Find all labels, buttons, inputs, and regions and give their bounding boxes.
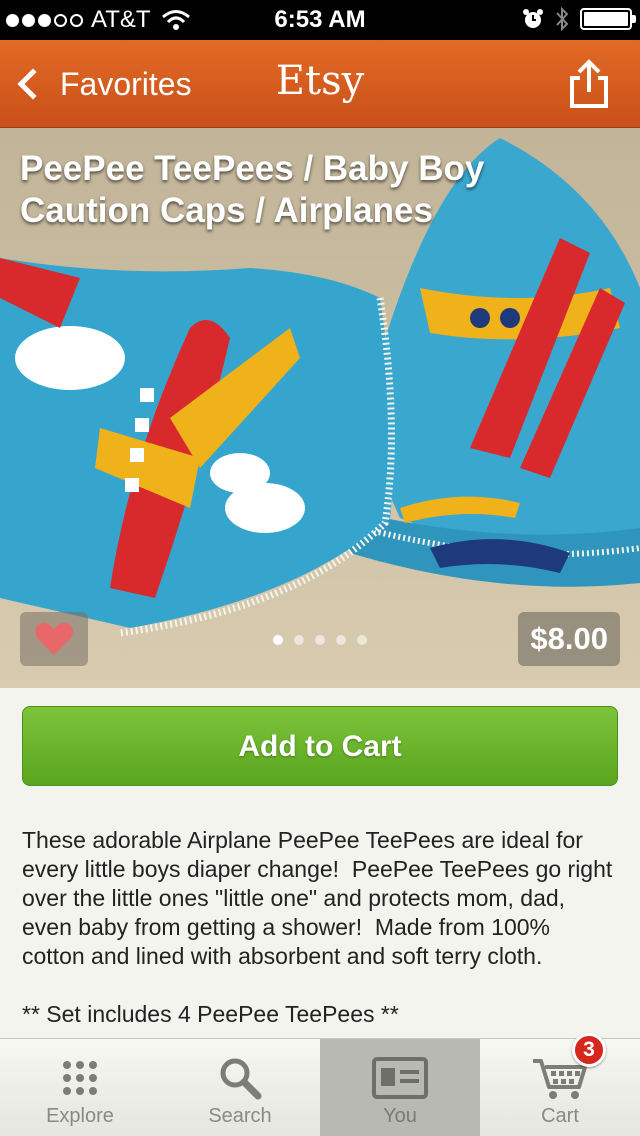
tab-bar: Explore Search You Cart 3 — [0, 1033, 640, 1136]
tab-label: Cart — [541, 1105, 579, 1127]
alarm-icon — [523, 9, 543, 28]
share-icon[interactable] — [566, 58, 612, 110]
add-to-cart-button[interactable]: Add to Cart — [22, 706, 618, 786]
pager-dot[interactable] — [357, 635, 367, 645]
tab-explore[interactable]: Explore — [0, 1039, 160, 1136]
tab-you[interactable]: You — [320, 1039, 480, 1136]
tab-label: Explore — [46, 1105, 114, 1127]
nav-title: Etsy — [275, 58, 365, 104]
tab-label: Search — [208, 1105, 272, 1127]
description-paragraph: These adorable Airplane PeePee TeePees a… — [22, 827, 619, 969]
battery-icon — [580, 8, 636, 30]
nav-bar: Favorites Etsy — [0, 40, 640, 128]
listing-image[interactable]: PeePee TeePees / Baby Boy Caution Caps /… — [0, 128, 640, 688]
tab-search[interactable]: Search — [160, 1039, 320, 1136]
description-paragraph: ** Set includes 4 PeePee TeePees ** — [22, 1001, 399, 1027]
tab-label: You — [383, 1105, 417, 1127]
listing-price: $8.00 — [518, 612, 620, 666]
search-icon — [220, 1058, 262, 1100]
pager-dot[interactable] — [315, 635, 325, 645]
screen: AT&T 6:53 AM Favorites Etsy PeePee TeePe… — [0, 0, 640, 1136]
pager-dot[interactable] — [336, 635, 346, 645]
tab-cart[interactable]: Cart 3 — [480, 1033, 640, 1136]
pager-dot[interactable] — [273, 635, 283, 645]
profile-card-icon — [372, 1057, 428, 1099]
status-bar: AT&T 6:53 AM — [0, 0, 640, 40]
bluetooth-icon — [556, 6, 569, 32]
pager-dot[interactable] — [294, 635, 304, 645]
grid-icon — [63, 1061, 97, 1095]
listing-description: These adorable Airplane PeePee TeePees a… — [22, 826, 618, 1058]
cart-badge: 3 — [572, 1033, 606, 1067]
listing-title: PeePee TeePees / Baby Boy Caution Caps /… — [20, 149, 485, 230]
